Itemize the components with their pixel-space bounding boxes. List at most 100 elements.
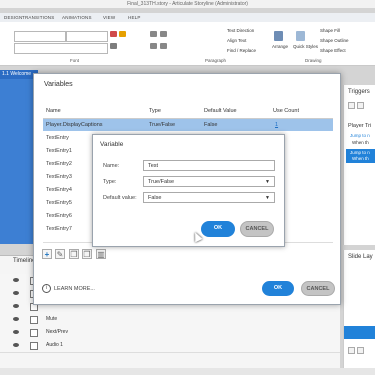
cell-name: Player.DisplayCaptions: [46, 122, 103, 128]
ribbon-tabs: DESIGN TRANSITIONS ANIMATIONS VIEW HELP: [0, 13, 375, 22]
eye-icon[interactable]: [13, 291, 19, 295]
align-text-button[interactable]: Align Text: [227, 38, 246, 43]
shape-fill-button[interactable]: Shape Fill: [320, 28, 340, 33]
edit-variable-button[interactable]: ✎: [55, 249, 65, 259]
lock-checkbox[interactable]: [30, 316, 38, 324]
copy-variable-button[interactable]: ❐: [69, 249, 79, 259]
trigger-condition: When th: [352, 140, 369, 145]
default-value-value: False: [148, 195, 162, 201]
column-use-count[interactable]: Use Count: [273, 108, 299, 114]
timeline-row-audio[interactable]: Audio 1: [0, 339, 340, 353]
table-row[interactable]: Player.DisplayCaptions True/False False …: [43, 119, 333, 131]
clear-format-icon[interactable]: [110, 43, 117, 49]
duplicate-layer-icon[interactable]: [357, 347, 364, 354]
cell-name: TextEntry7: [46, 226, 72, 232]
cell-type: True/False: [149, 122, 176, 128]
numbering-icon[interactable]: [160, 31, 167, 37]
new-trigger-icon[interactable]: [348, 102, 355, 109]
tab-view[interactable]: VIEW: [103, 13, 115, 22]
ribbon: Font Text Direction Align Text Find / Re…: [0, 22, 375, 66]
name-label: Name:: [103, 163, 120, 169]
eye-icon[interactable]: [13, 317, 19, 321]
column-name[interactable]: Name: [46, 108, 61, 114]
variables-cancel-button[interactable]: CANCEL: [301, 281, 335, 296]
new-layer-icon[interactable]: [348, 347, 355, 354]
timeline-row-label: Next/Prev: [46, 329, 68, 335]
type-value: True/False: [148, 179, 175, 185]
variable-title: Variable: [100, 141, 124, 148]
shape-outline-button[interactable]: Shape Outline: [320, 38, 349, 43]
tab-design[interactable]: DESIGN: [4, 13, 22, 22]
learn-more-label: LEARN MORE...: [54, 285, 95, 292]
variables-toolbar: + ✎ ❐ ❐ ▥: [42, 249, 122, 261]
learn-more-link[interactable]: i LEARN MORE...: [42, 284, 95, 293]
cell-name: TextEntry4: [46, 187, 72, 193]
timeline-row-nextprev[interactable]: Next/Prev: [0, 326, 340, 340]
variable-cancel-button[interactable]: CANCEL: [240, 221, 274, 237]
info-icon: i: [42, 284, 51, 293]
find-replace-button[interactable]: Find / Replace: [227, 48, 256, 53]
cell-use-count[interactable]: 1: [275, 122, 278, 128]
font-size-select[interactable]: [66, 31, 108, 42]
window-title: Final_313TH.story - Articulate Storyline…: [0, 0, 375, 8]
type-select[interactable]: True/False ▼: [143, 176, 275, 187]
variables-title: Variables: [44, 81, 73, 88]
font-family-select[interactable]: [14, 31, 66, 42]
font-format-bar[interactable]: [14, 43, 108, 54]
quick-styles-button[interactable]: Quick Styles: [293, 44, 318, 49]
edit-trigger-icon[interactable]: [357, 102, 364, 109]
eye-icon[interactable]: [13, 343, 19, 347]
drawing-group-label: Drawing: [305, 58, 322, 63]
bullets-icon[interactable]: [150, 31, 157, 37]
cell-name: TextEntry6: [46, 213, 72, 219]
cell-default: False: [204, 122, 218, 128]
highlight-icon[interactable]: [119, 31, 126, 37]
shape-effect-button[interactable]: Shape Effect: [320, 48, 346, 53]
slide-layers-panel: Slide Lay: [343, 250, 375, 375]
tab-animations[interactable]: ANIMATIONS: [62, 13, 92, 22]
text-direction-button[interactable]: Text Direction: [227, 28, 254, 33]
chevron-down-icon: ▼: [265, 195, 270, 201]
text-color-icon[interactable]: [110, 31, 117, 37]
chevron-down-icon: ▼: [265, 179, 270, 185]
eye-icon[interactable]: [13, 304, 19, 308]
arrange-icon[interactable]: [274, 31, 283, 41]
delete-variable-button[interactable]: ▥: [96, 249, 106, 259]
trigger-selected[interactable]: Jump to n When th: [346, 149, 375, 163]
status-bar: [0, 368, 375, 375]
column-type[interactable]: Type: [149, 108, 161, 114]
align-left-icon[interactable]: [150, 43, 157, 49]
eye-icon[interactable]: [13, 278, 19, 282]
lock-checkbox[interactable]: [30, 329, 38, 337]
cell-name: TextEntry1: [46, 148, 72, 154]
lock-checkbox[interactable]: [30, 342, 38, 350]
tab-help[interactable]: HELP: [128, 13, 141, 22]
timeline-row-label: Audio 1: [46, 342, 63, 348]
trigger-jump-link[interactable]: Jump to n: [350, 133, 370, 138]
add-variable-button[interactable]: +: [42, 249, 52, 259]
column-default[interactable]: Default Value: [204, 108, 237, 114]
paragraph-group-label: Paragraph: [205, 58, 227, 63]
slide-layers-title: Slide Lay: [348, 254, 373, 260]
player-triggers-label: Player Tri: [348, 123, 372, 129]
table-header: Name Type Default Value Use Count: [43, 106, 333, 119]
cell-name: TextEntry5: [46, 200, 72, 206]
variables-ok-button[interactable]: OK: [262, 281, 294, 296]
type-label: Type:: [103, 179, 117, 185]
trigger-when-text: When th: [352, 156, 369, 161]
arrange-button[interactable]: Arrange: [272, 44, 288, 49]
default-value-select[interactable]: False ▼: [143, 192, 275, 203]
align-center-icon[interactable]: [160, 43, 167, 49]
eye-icon[interactable]: [13, 330, 19, 334]
tab-transitions[interactable]: TRANSITIONS: [22, 13, 54, 22]
paste-variable-button[interactable]: ❐: [82, 249, 92, 259]
triggers-panel: Triggers Player Tri Jump to n When th Ju…: [343, 85, 375, 245]
cell-name: TextEntry3: [46, 174, 72, 180]
quick-styles-icon[interactable]: [296, 31, 305, 41]
triggers-title: Triggers: [348, 89, 370, 95]
name-input[interactable]: Test: [143, 160, 275, 171]
cell-name: TextEntry: [46, 135, 69, 141]
variable-ok-button[interactable]: OK: [201, 221, 235, 237]
default-value-label: Default value:: [103, 195, 137, 201]
layer-base-item[interactable]: [344, 326, 375, 339]
